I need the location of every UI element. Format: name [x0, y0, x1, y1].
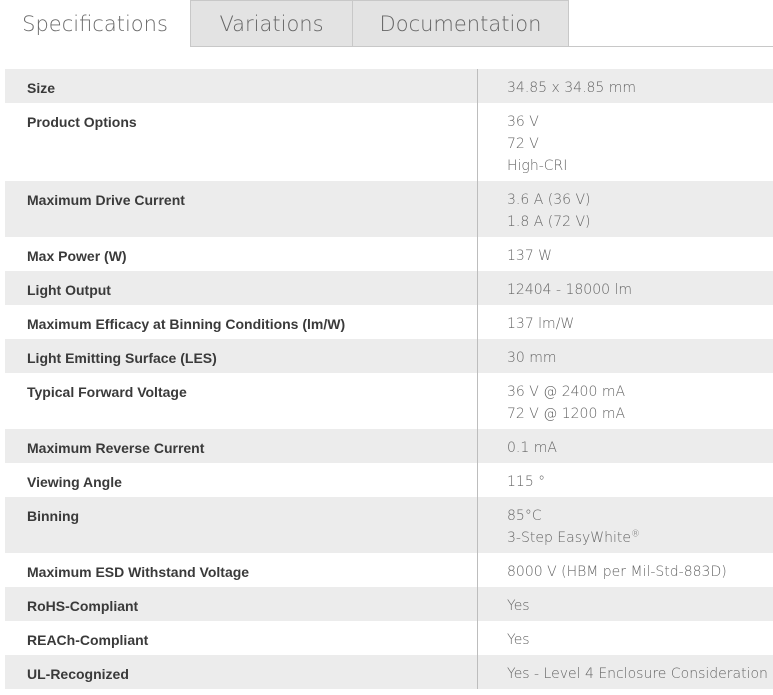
spec-label: Light Emitting Surface (LES)	[5, 339, 478, 373]
registered-mark: ®	[631, 529, 640, 540]
spec-value: 34.85 x 34.85 mm	[478, 69, 773, 103]
table-row: Product Options 36 V 72 V High-CRI	[5, 103, 773, 181]
table-row: REACh-Compliant Yes	[5, 621, 773, 655]
spec-value: 36 V 72 V High-CRI	[478, 103, 773, 181]
spec-value-line: 0.1 mA	[507, 437, 773, 459]
spec-value: 3.6 A (36 V) 1.8 A (72 V)	[478, 181, 773, 237]
spec-value: 30 mm	[478, 339, 773, 373]
spec-value: Yes - Level 4 Enclosure Consideration	[478, 655, 773, 689]
table-row: UL-Recognized Yes - Level 4 Enclosure Con…	[5, 655, 773, 689]
table-row: Viewing Angle 115 °	[5, 463, 773, 497]
tab-variations-label: Variations	[219, 12, 324, 36]
spec-value-line: 12404 - 18000 lm	[507, 279, 773, 301]
table-row: Maximum Reverse Current 0.1 mA	[5, 429, 773, 463]
spec-label: Viewing Angle	[5, 463, 478, 497]
table-row: Light Emitting Surface (LES) 30 mm	[5, 339, 773, 373]
spec-value-text: 137 lm/W	[507, 316, 575, 332]
spec-value: 0.1 mA	[478, 429, 773, 463]
spec-value-text: 1.8 A (72 V)	[507, 214, 591, 230]
tab-divider	[190, 46, 773, 47]
spec-value-line: Yes	[507, 595, 773, 617]
spec-value: 8000 V (HBM per Mil-Std-883D)	[478, 553, 773, 587]
spec-value-line: 72 V	[507, 133, 773, 155]
spec-label: RoHS-Compliant	[5, 587, 478, 621]
spec-value-text: 34.85 x 34.85 mm	[507, 80, 637, 96]
table-row: Maximum ESD Withstand Voltage 8000 V (HBM…	[5, 553, 773, 587]
spec-value-line: 137 lm/W	[507, 313, 773, 335]
spec-value-line: 36 V	[507, 111, 773, 133]
tab-specifications[interactable]: Specifications	[0, 0, 191, 47]
spec-value-line: 3-Step EasyWhite®	[507, 527, 773, 549]
tab-variations[interactable]: Variations	[191, 0, 353, 47]
spec-label: Size	[5, 69, 478, 103]
spec-value-text: 8000 V (HBM per Mil-Std-883D)	[507, 564, 727, 580]
tab-documentation[interactable]: Documentation	[353, 0, 569, 47]
table-row: RoHS-Compliant Yes	[5, 587, 773, 621]
spec-label: Typical Forward Voltage	[5, 373, 478, 429]
spec-label: REACh-Compliant	[5, 621, 478, 655]
spec-value-text: 137 W	[507, 248, 553, 264]
spec-value: Yes	[478, 587, 773, 621]
spec-value-text: 72 V	[507, 136, 539, 152]
spec-label: Maximum Reverse Current	[5, 429, 478, 463]
spec-value: 137 W	[478, 237, 773, 271]
spec-value-text: 72 V @ 1200 mA	[507, 406, 626, 422]
spec-value-line: 30 mm	[507, 347, 773, 369]
spec-value: 12404 - 18000 lm	[478, 271, 773, 305]
spec-value: 137 lm/W	[478, 305, 773, 339]
table-row: Maximum Efficacy at Binning Conditions (…	[5, 305, 773, 339]
spec-value-line: 1.8 A (72 V)	[507, 211, 773, 233]
spec-value-text: 0.1 mA	[507, 440, 557, 456]
spec-value-line: 36 V @ 2400 mA	[507, 381, 773, 403]
spec-value: 115 °	[478, 463, 773, 497]
spec-value-line: 3.6 A (36 V)	[507, 189, 773, 211]
spec-value-text: Yes - Level 4 Enclosure Consideration	[507, 666, 768, 682]
spec-value-text: Yes	[507, 632, 530, 648]
spec-label: Product Options	[5, 103, 478, 181]
spec-value-text: 12404 - 18000 lm	[507, 282, 633, 298]
spec-label: Maximum Efficacy at Binning Conditions (…	[5, 305, 478, 339]
spec-label: UL-Recognized	[5, 655, 478, 689]
spec-value: 36 V @ 2400 mA 72 V @ 1200 mA	[478, 373, 773, 429]
spec-label: Binning	[5, 497, 478, 553]
spec-value-text: 36 V @ 2400 mA	[507, 384, 626, 400]
specifications-table: Size 34.85 x 34.85 mm Product Options 36 V 7…	[5, 69, 773, 689]
spec-value-text: 85°C	[507, 508, 542, 524]
spec-value-line: 85°C	[507, 505, 773, 527]
spec-label: Maximum Drive Current	[5, 181, 478, 237]
spec-value-text: 3.6 A (36 V)	[507, 192, 591, 208]
spec-value-line: Yes - Level 4 Enclosure Consideration	[507, 663, 773, 685]
spec-label: Max Power (W)	[5, 237, 478, 271]
spec-label: Maximum ESD Withstand Voltage	[5, 553, 478, 587]
spec-value-text: 3-Step EasyWhite	[507, 530, 631, 546]
table-row: Maximum Drive Current 3.6 A (36 V) 1.8 A (…	[5, 181, 773, 237]
spec-value-line: 137 W	[507, 245, 773, 267]
tab-bar: Specifications Variations Documentation	[0, 0, 773, 47]
spec-label: Light Output	[5, 271, 478, 305]
table-row: Binning 85°C 3-Step EasyWhite®	[5, 497, 773, 553]
spec-value-line: 8000 V (HBM per Mil-Std-883D)	[507, 561, 773, 583]
spec-value-text: 30 mm	[507, 350, 557, 366]
tab-specifications-label: Specifications	[22, 11, 168, 36]
spec-value-text: Yes	[507, 598, 530, 614]
spec-value-line: Yes	[507, 629, 773, 651]
spec-value-text: High-CRI	[507, 158, 568, 174]
spec-value-line: High-CRI	[507, 155, 773, 177]
table-row: Max Power (W) 137 W	[5, 237, 773, 271]
spec-value-text: 115 °	[507, 474, 546, 490]
spec-value-line: 72 V @ 1200 mA	[507, 403, 773, 425]
spec-value-text: 36 V	[507, 114, 539, 130]
table-row: Typical Forward Voltage 36 V @ 2400 mA 72 …	[5, 373, 773, 429]
tab-documentation-label: Documentation	[379, 12, 542, 36]
spec-value-line: 34.85 x 34.85 mm	[507, 77, 773, 99]
spec-value: 85°C 3-Step EasyWhite®	[478, 497, 773, 553]
table-row: Light Output 12404 - 18000 lm	[5, 271, 773, 305]
spec-value: Yes	[478, 621, 773, 655]
spec-value-line: 115 °	[507, 471, 773, 493]
table-row: Size 34.85 x 34.85 mm	[5, 69, 773, 103]
